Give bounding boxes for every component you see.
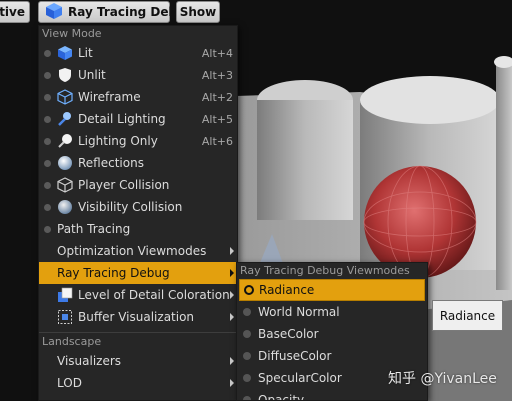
menu-item-label: Path Tracing xyxy=(57,222,131,236)
menu-item-optimization-viewmodes[interactable]: Optimization Viewmodes xyxy=(39,240,237,262)
menu-item-label: Ray Tracing Debug xyxy=(57,266,170,280)
menu-item-lod-coloration[interactable]: Level of Detail Coloration xyxy=(39,284,237,306)
cylinder-body xyxy=(257,100,353,220)
view-mode-menu: View Mode Lit Alt+4 Unlit Alt+3 Wirefram… xyxy=(38,25,238,401)
submenu-arrow-icon xyxy=(230,291,234,299)
buffer-visualization-icon xyxy=(57,309,73,325)
menu-item-label: Detail Lighting xyxy=(78,112,166,126)
menu-item-path-tracing[interactable]: Path Tracing xyxy=(39,218,237,240)
menu-item-label: Reflections xyxy=(78,156,144,170)
lighting-only-icon xyxy=(57,133,73,149)
reflection-sphere-icon xyxy=(57,155,73,171)
radio-dot-icon xyxy=(44,49,51,57)
submenu-arrow-icon xyxy=(230,269,234,277)
menu-item-label: Player Collision xyxy=(78,178,170,192)
menu-item-label: Wireframe xyxy=(78,90,141,104)
submenu-item-label: SpecularColor xyxy=(258,371,342,385)
menu-item-label: Visualizers xyxy=(57,354,122,368)
radio-dot-icon xyxy=(44,137,51,145)
player-collision-icon xyxy=(57,177,73,193)
radio-dot-icon xyxy=(44,203,51,211)
cylinder-top-right xyxy=(360,76,500,124)
radio-dot-icon xyxy=(243,352,251,360)
radio-dot-icon xyxy=(44,115,51,123)
menu-item-label: LOD xyxy=(57,376,82,390)
menu-item-visualizers[interactable]: Visualizers xyxy=(39,350,237,372)
radio-dot-icon xyxy=(243,330,251,338)
radio-selected-icon xyxy=(244,285,254,295)
menu-item-label: Lighting Only xyxy=(78,134,158,148)
show-button[interactable]: Show xyxy=(176,1,220,23)
submenu-item-label: Opacity xyxy=(258,393,305,401)
menu-item-label: Lit xyxy=(78,46,93,60)
submenu-arrow-icon xyxy=(230,379,234,387)
menu-item-buffer-visualization[interactable]: Buffer Visualization xyxy=(39,306,237,328)
radiance-tooltip: Radiance xyxy=(432,300,503,331)
submenu-arrow-icon xyxy=(230,357,234,365)
menu-item-label: Visibility Collision xyxy=(78,200,183,214)
radio-dot-icon xyxy=(44,71,51,79)
perspective-button[interactable]: ective xyxy=(0,1,30,23)
submenu-item-world-normal[interactable]: World Normal xyxy=(237,301,427,323)
pillar xyxy=(496,60,512,290)
menu-item-shortcut: Alt+2 xyxy=(201,90,233,104)
radio-dot-icon xyxy=(243,396,251,400)
lit-cube-icon xyxy=(57,45,73,61)
menu-item-unlit[interactable]: Unlit Alt+3 xyxy=(39,64,237,86)
submenu-item-label: BaseColor xyxy=(258,327,319,341)
tooltip-text: Radiance xyxy=(439,308,496,323)
menu-item-lod[interactable]: LOD xyxy=(39,372,237,394)
submenu-section-header: Ray Tracing Debug Viewmodes xyxy=(237,263,427,279)
submenu-item-opacity[interactable]: Opacity xyxy=(237,389,427,401)
view-mode-section-header: View Mode xyxy=(39,26,237,42)
radio-dot-icon xyxy=(44,159,51,167)
view-mode-button[interactable]: Ray Tracing Debug xyxy=(38,1,194,23)
menu-item-ray-tracing-debug[interactable]: Ray Tracing Debug xyxy=(39,262,237,284)
radio-dot-icon xyxy=(243,374,251,382)
view-mode-cube-icon xyxy=(45,2,63,23)
visibility-collision-icon xyxy=(57,199,73,215)
menu-item-lighting-only[interactable]: Lighting Only Alt+6 xyxy=(39,130,237,152)
menu-item-label: Buffer Visualization xyxy=(78,310,195,324)
submenu-item-label: World Normal xyxy=(258,305,340,319)
submenu-item-label: Radiance xyxy=(259,283,315,297)
submenu-item-diffusecolor[interactable]: DiffuseColor xyxy=(237,345,427,367)
submenu-item-basecolor[interactable]: BaseColor xyxy=(237,323,427,345)
menu-item-player-collision[interactable]: Player Collision xyxy=(39,174,237,196)
show-label: Show xyxy=(179,5,217,19)
menu-item-label: Unlit xyxy=(78,68,106,82)
menu-item-shortcut: Alt+6 xyxy=(201,134,233,148)
lod-coloration-icon xyxy=(57,287,73,303)
watermark: 知乎 @YivanLee xyxy=(388,371,497,387)
menu-item-reflections[interactable]: Reflections xyxy=(39,152,237,174)
radio-dot-icon xyxy=(44,181,51,189)
menu-item-label: Optimization Viewmodes xyxy=(57,244,207,258)
menu-item-wireframe[interactable]: Wireframe Alt+2 xyxy=(39,86,237,108)
detail-lighting-icon xyxy=(57,111,73,127)
menu-item-lit[interactable]: Lit Alt+4 xyxy=(39,42,237,64)
radio-dot-icon xyxy=(243,308,251,316)
radio-dot-icon xyxy=(44,225,51,233)
perspective-label: ective xyxy=(0,5,25,19)
wireframe-cube-icon xyxy=(57,89,73,105)
menu-item-shortcut: Alt+3 xyxy=(201,68,233,82)
menu-item-visibility-collision[interactable]: Visibility Collision xyxy=(39,196,237,218)
menu-item-detail-lighting[interactable]: Detail Lighting Alt+5 xyxy=(39,108,237,130)
submenu-item-label: DiffuseColor xyxy=(258,349,332,363)
submenu-arrow-icon xyxy=(230,313,234,321)
landscape-section-header: Landscape xyxy=(39,334,237,350)
menu-separator xyxy=(39,332,237,333)
submenu-arrow-icon xyxy=(230,247,234,255)
menu-item-shortcut: Alt+4 xyxy=(201,46,233,60)
menu-item-label: Level of Detail Coloration xyxy=(78,288,230,302)
radio-dot-icon xyxy=(44,93,51,101)
submenu-item-radiance[interactable]: Radiance xyxy=(239,279,425,301)
unlit-shield-icon xyxy=(57,67,73,83)
menu-item-shortcut: Alt+5 xyxy=(201,112,233,126)
